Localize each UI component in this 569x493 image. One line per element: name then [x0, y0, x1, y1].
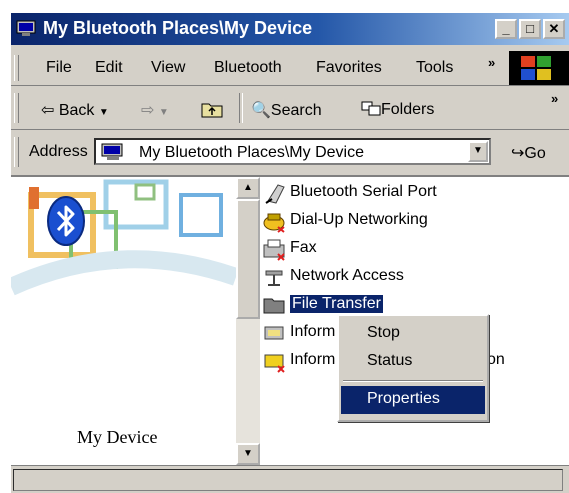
status-bar [11, 465, 569, 493]
menu-favorites[interactable]: Favorites [316, 59, 382, 77]
monitor-icon [101, 143, 123, 160]
up-folder-icon [201, 103, 223, 118]
pim-icon [264, 326, 284, 340]
back-arrow-icon: ⇦ [41, 102, 55, 119]
service-label: Fax [290, 239, 317, 256]
window-title: My Bluetooth Places\My Device [43, 18, 313, 38]
service-label: Network Access [290, 267, 404, 284]
scroll-thumb[interactable] [236, 199, 260, 319]
service-label-suffix: on [487, 351, 505, 368]
folder-icon [263, 298, 285, 314]
search-label: Search [270, 102, 322, 119]
menu-item-status[interactable]: Status [341, 348, 485, 376]
explorer-window: My Bluetooth Places\My Device _ □ ✕ File… [10, 12, 569, 493]
left-pane-scrollbar[interactable]: ▲ ▼ [236, 177, 260, 465]
address-field[interactable]: My Bluetooth Places\My Device ▼ [94, 138, 491, 165]
network-access-icon [265, 270, 283, 286]
serial-port-icon [265, 184, 285, 204]
fax-icon [263, 239, 285, 261]
service-label: Inform [290, 323, 336, 340]
monitor-icon [16, 20, 36, 36]
address-grip[interactable] [14, 137, 19, 167]
toolbar-separator [239, 93, 243, 123]
bluetooth-banner-graphic [11, 179, 236, 296]
toolbar-overflow-chevron[interactable]: » [551, 91, 558, 106]
menu-edit[interactable]: Edit [95, 59, 123, 77]
up-folder-button[interactable] [201, 100, 223, 123]
toolbar-grip[interactable] [14, 93, 19, 123]
search-icon: 🔍 [251, 102, 271, 119]
menu-tools[interactable]: Tools [416, 59, 453, 77]
pim-sync-icon [264, 354, 285, 373]
scroll-down-button[interactable]: ▼ [236, 443, 260, 465]
chevron-down-icon: ▼ [473, 145, 483, 156]
windows-logo [509, 51, 569, 85]
service-label: Inform [290, 351, 336, 368]
scroll-down-icon: ▼ [243, 448, 253, 459]
menu-overflow-chevron[interactable]: » [488, 55, 495, 70]
address-bar: Address My Bluetooth Places\My Device ▼ … [11, 133, 569, 171]
folders-button[interactable]: Folders [361, 100, 434, 119]
maximize-button[interactable]: □ [519, 19, 541, 39]
standard-toolbar: ⇦ Back ▼ ⇨ ▼ 🔍Search Folders » [11, 89, 569, 130]
search-button[interactable]: 🔍Search [251, 100, 322, 120]
context-menu: Stop Status Properties [337, 314, 489, 422]
go-button[interactable]: ↪Go [511, 143, 546, 163]
menu-separator [343, 380, 483, 382]
dialup-icon [263, 213, 285, 233]
service-label: Bluetooth Serial Port [290, 183, 437, 200]
address-value: My Bluetooth Places\My Device [139, 144, 364, 161]
device-info-pane: My Device [11, 177, 236, 465]
address-label: Address [29, 143, 88, 160]
menu-item-stop[interactable]: Stop [341, 320, 485, 348]
menu-bluetooth[interactable]: Bluetooth [214, 59, 282, 77]
service-label: File Transfer [290, 295, 383, 313]
address-dropdown-button[interactable]: ▼ [468, 141, 488, 162]
menu-view[interactable]: View [151, 59, 185, 77]
forward-arrow-icon: ⇨ [141, 102, 155, 119]
folders-icon [361, 101, 381, 116]
menu-grip[interactable] [14, 55, 19, 81]
device-label: My Device [77, 427, 158, 447]
go-label: Go [524, 145, 546, 162]
minimize-button[interactable]: _ [495, 19, 517, 39]
forward-button[interactable]: ⇨ ▼ [141, 100, 169, 120]
status-panel [13, 469, 563, 491]
back-dropdown-icon[interactable]: ▼ [99, 107, 109, 118]
folders-label: Folders [381, 101, 435, 118]
bluetooth-icon [47, 196, 85, 246]
service-label: Dial-Up Networking [290, 211, 428, 228]
scroll-up-button[interactable]: ▲ [236, 177, 260, 199]
back-label: Back [58, 102, 95, 119]
title-bar[interactable]: My Bluetooth Places\My Device _ □ ✕ [11, 13, 569, 45]
menu-item-properties[interactable]: Properties [341, 386, 485, 414]
forward-dropdown-icon[interactable]: ▼ [159, 107, 169, 118]
menu-bar: File Edit View Bluetooth Favorites Tools… [11, 51, 569, 86]
go-arrow-icon: ↪ [511, 145, 525, 162]
back-button[interactable]: ⇦ Back ▼ [41, 100, 109, 120]
close-button[interactable]: ✕ [543, 19, 565, 39]
windows-flag-icon [521, 56, 551, 80]
menu-file[interactable]: File [46, 59, 72, 77]
scroll-up-icon: ▲ [243, 182, 253, 193]
